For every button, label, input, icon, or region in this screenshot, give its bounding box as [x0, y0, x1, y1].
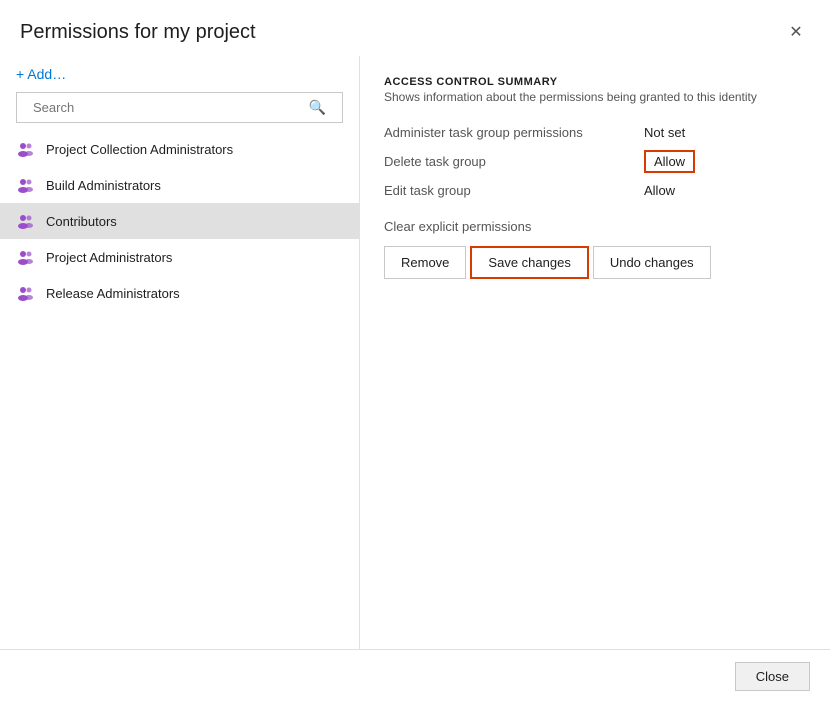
identity-item-build-admins[interactable]: Build Administrators	[0, 167, 359, 203]
permission-row: Administer task group permissionsNot set	[384, 120, 806, 145]
permission-value[interactable]: Allow	[644, 145, 806, 178]
acs-subtitle: Shows information about the permissions …	[384, 90, 806, 104]
identity-label: Project Administrators	[46, 250, 172, 265]
action-buttons: Remove Save changes Undo changes	[384, 246, 806, 279]
permissions-dialog: Permissions for my project ✕ + Add… 🔍 Pr…	[0, 0, 830, 703]
close-dialog-button[interactable]: Close	[735, 662, 810, 691]
add-button[interactable]: + Add…	[0, 56, 359, 92]
undo-changes-button[interactable]: Undo changes	[593, 246, 711, 279]
group-icon	[16, 247, 36, 267]
identity-item-project-collection-admins[interactable]: Project Collection Administrators	[0, 131, 359, 167]
permission-name: Edit task group	[384, 178, 644, 203]
group-icon	[16, 211, 36, 231]
permission-row: Delete task groupAllow	[384, 145, 806, 178]
dialog-footer: Close	[0, 649, 830, 703]
right-panel: ACCESS CONTROL SUMMARY Shows information…	[360, 56, 830, 649]
search-container: 🔍	[16, 92, 343, 123]
identity-item-contributors[interactable]: Contributors	[0, 203, 359, 239]
save-changes-button[interactable]: Save changes	[470, 246, 588, 279]
group-icon	[16, 139, 36, 159]
remove-button[interactable]: Remove	[384, 246, 466, 279]
acs-title: ACCESS CONTROL SUMMARY	[384, 76, 806, 88]
identity-label: Contributors	[46, 214, 117, 229]
identity-item-release-admins[interactable]: Release Administrators	[0, 275, 359, 311]
permission-name: Delete task group	[384, 145, 644, 178]
clear-explicit-permissions[interactable]: Clear explicit permissions	[384, 219, 806, 234]
dialog-header: Permissions for my project ✕	[0, 0, 830, 56]
dialog-body: + Add… 🔍 Project Collection Administrato…	[0, 56, 830, 649]
identity-label: Project Collection Administrators	[46, 142, 233, 157]
left-panel: + Add… 🔍 Project Collection Administrato…	[0, 56, 360, 649]
permissions-table: Administer task group permissionsNot set…	[384, 120, 806, 203]
permission-name: Administer task group permissions	[384, 120, 644, 145]
dialog-close-button[interactable]: ✕	[782, 18, 810, 46]
permission-value: Not set	[644, 120, 806, 145]
search-input[interactable]	[33, 100, 309, 115]
identity-item-project-admins[interactable]: Project Administrators	[0, 239, 359, 275]
identity-label: Build Administrators	[46, 178, 161, 193]
group-icon	[16, 175, 36, 195]
dialog-title: Permissions for my project	[20, 21, 256, 44]
permission-row: Edit task groupAllow	[384, 178, 806, 203]
permission-value: Allow	[644, 178, 806, 203]
identity-list: Project Collection Administrators Build …	[0, 131, 359, 649]
search-icon: 🔍	[309, 99, 326, 116]
identity-label: Release Administrators	[46, 286, 180, 301]
group-icon	[16, 283, 36, 303]
